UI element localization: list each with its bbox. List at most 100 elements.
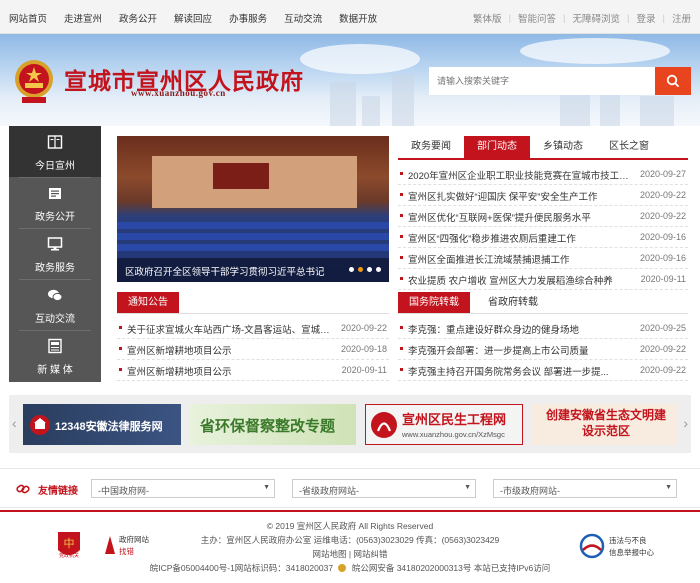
carousel-dot[interactable] (367, 267, 372, 272)
ad-label: 创建安徽省生态文明建设示范区 (545, 408, 666, 438)
list-item[interactable]: 宣州区扎实做好“迎国庆 保平安”安全生产工作 2020-09-22 (398, 185, 688, 206)
tab-mayor[interactable]: 区长之窗 (596, 136, 662, 158)
carousel-caption-text[interactable]: 区政府召开全区领导干部学习贯彻习近平总书记 (125, 264, 325, 278)
chevron-left-icon[interactable]: ‹ (12, 415, 17, 431)
news-date: 2020-09-22 (639, 344, 686, 354)
news-date: 2020-09-16 (639, 253, 686, 263)
header-banner: 宣城市宣州区人民政府 www.xuanzhou.gov.cn (0, 34, 700, 126)
side-item-today[interactable]: 今日宣州 (9, 126, 101, 177)
folder-icon (49, 188, 61, 199)
list-item[interactable]: 农业提质 农户增收 宣州区大力发展稻渔综合种养 2020-09-11 (398, 269, 688, 290)
tab-provincial[interactable]: 省政府转载 (488, 292, 538, 313)
bullet (400, 235, 403, 238)
news-title[interactable]: 宣州区优化“互联网+医保”提升便民服务水平 (408, 210, 632, 224)
news-title[interactable]: 李克强开会部署：进一步提高上市公司质量 (408, 343, 632, 357)
tab-state-council[interactable]: 国务院转载 (398, 292, 470, 313)
carousel-dot[interactable] (376, 267, 381, 272)
notice-list: 关于征求宣城火车站西广场-文昌客运站、宣城火车... 2020-09-22 宣州区… (117, 318, 389, 381)
list-item[interactable]: 李克强主持召开国务院常务会议 部署进一步提... 2020-09-22 (398, 360, 688, 381)
news-title[interactable]: 农业提质 农户增收 宣州区大力发展稻渔综合种养 (408, 273, 632, 287)
bullet (400, 277, 403, 280)
notice-item-title[interactable]: 关于征求宣城火车站西广场-文昌客运站、宣城火车... (127, 322, 337, 336)
nav-interpret[interactable]: 解读回应 (174, 11, 212, 25)
side-item-label: 互动交流 (35, 314, 75, 325)
search-input[interactable] (429, 67, 655, 95)
news-title[interactable]: 宣州区全面推进长江流域禁捕退捕工作 (408, 252, 632, 266)
list-item[interactable]: 宣州区优化“互联网+医保”提升便民服务水平 2020-09-22 (398, 206, 688, 227)
carousel-caption: 区政府召开全区领导干部学习贯彻习近平总书记 (117, 258, 389, 282)
footer-police[interactable]: 皖公网安备 34180202000313号 本站已支持IPv6访问 (352, 563, 550, 573)
notice-item-date: 2020-09-22 (340, 323, 387, 333)
search-icon (666, 74, 680, 88)
list-item[interactable]: 李克强：重点建设好群众身边的健身场地 2020-09-25 (398, 318, 688, 339)
side-menu: 今日宣州 政务公开 政务服务 互动交流 新 媒 体 (9, 126, 101, 382)
carousel-dot-active[interactable] (358, 267, 363, 272)
list-item[interactable]: 2020年宣州区企业职工职业技能竞赛在宣城市技工学... 2020-09-27 (398, 164, 688, 185)
notice-item-title[interactable]: 宣州区新增耕地项目公示 (127, 364, 337, 378)
news-title[interactable]: 李克强主持召开国务院常务会议 部署进一步提... (408, 364, 632, 378)
carousel-dot[interactable] (349, 267, 354, 272)
side-item-gov-info[interactable]: 政务公开 (9, 177, 101, 228)
login-link[interactable]: 登录 (637, 11, 656, 25)
side-item-services[interactable]: 政务服务 (9, 228, 101, 279)
bullet (400, 256, 403, 259)
ad-livelihood[interactable]: 宣州区民生工程网 www.xuanzhou.gov.cn/XzMsgc (365, 404, 523, 445)
side-item-new-media[interactable]: 新 媒 体 (9, 330, 101, 381)
select-value: -省级政府网站- (299, 486, 359, 496)
footer-icp[interactable]: 皖ICP备05004400号-1网站标识码：3418020037 (150, 563, 333, 573)
news-title[interactable]: 李克强：重点建设好群众身边的健身场地 (408, 322, 632, 336)
carousel-seats (117, 222, 389, 229)
badge-text: 违法与不良 (609, 536, 647, 545)
national-emblem-icon (15, 60, 53, 103)
list-item[interactable]: 关于征求宣城火车站西广场-文昌客运站、宣城火车... 2020-09-22 (117, 318, 389, 339)
divider: | (508, 12, 512, 24)
select-city-gov[interactable]: -市级政府网站- ▼ (493, 479, 677, 498)
nav-about[interactable]: 走进宣州 (64, 11, 102, 25)
ad-ecology[interactable]: 创建安徽省生态文明建设示范区 (531, 404, 677, 445)
ad-legal-service[interactable]: 12348安徽法律服务网 (23, 404, 181, 445)
list-item[interactable]: 宣州区全面推进长江流域禁捕退捕工作 2020-09-16 (398, 248, 688, 269)
nav-services[interactable]: 办事服务 (229, 11, 267, 25)
select-provincial-gov[interactable]: -省级政府网站- ▼ (292, 479, 476, 498)
legal-icon (30, 415, 50, 435)
divider: | (627, 12, 630, 24)
banner-building (362, 96, 380, 126)
banner-cloud (300, 44, 420, 74)
notice-title[interactable]: 通知公告 (117, 292, 179, 313)
list-item[interactable]: 宣州区“四强化”稳步推进农厕后重建工作 2020-09-16 (398, 227, 688, 248)
nav-gov-info[interactable]: 政务公开 (119, 11, 157, 25)
report-center-badge[interactable]: 违法与不良 信息举报中心 (579, 532, 663, 560)
nav-home[interactable]: 网站首页 (9, 11, 47, 25)
book-icon (47, 135, 63, 149)
divider: | (662, 12, 665, 24)
smart-qa-link[interactable]: 智能问答 (518, 11, 556, 25)
ad-env-inspection[interactable]: 省环保督察整改专题 (190, 404, 356, 445)
list-item[interactable]: 宣州区新增耕地项目公示 2020-09-18 (117, 339, 389, 360)
register-link[interactable]: 注册 (672, 11, 691, 25)
list-item[interactable]: 李克强开会部署：进一步提高上市公司质量 2020-09-22 (398, 339, 688, 360)
search-box (429, 67, 691, 95)
news-carousel[interactable]: 区政府召开全区领导干部学习贯彻习近平总书记 (117, 136, 389, 282)
bullet (119, 368, 122, 371)
news-title[interactable]: 2020年宣州区企业职工职业技能竞赛在宣城市技工学... (408, 168, 632, 182)
chevron-right-icon[interactable]: › (683, 415, 688, 431)
footer-copyright: © 2019 宣州区人民政府 All Rights Reserved (266, 521, 434, 531)
tab-gov-news[interactable]: 政务要闻 (398, 136, 464, 158)
news-date: 2020-09-11 (640, 274, 686, 284)
news-title[interactable]: 宣州区“四强化”稳步推进农厕后重建工作 (408, 231, 632, 245)
select-central-gov[interactable]: -中国政府网- ▼ (91, 479, 275, 498)
bullet (119, 326, 122, 329)
search-button[interactable] (655, 67, 691, 95)
notice-item-date: 2020-09-11 (341, 365, 387, 375)
nav-interaction[interactable]: 互动交流 (284, 11, 322, 25)
news-title[interactable]: 宣州区扎实做好“迎国庆 保平安”安全生产工作 (408, 189, 632, 203)
accessibility-link[interactable]: 无障碍浏览 (573, 11, 621, 25)
side-item-interaction[interactable]: 互动交流 (9, 279, 101, 330)
tab-dept-news[interactable]: 部门动态 (464, 136, 530, 158)
traditional-link[interactable]: 繁体版 (473, 11, 502, 25)
livelihood-logo-icon (371, 412, 397, 438)
list-item[interactable]: 宣州区新增耕地项目公示 2020-09-11 (117, 360, 389, 381)
nav-data[interactable]: 数据开放 (339, 11, 377, 25)
tab-town-news[interactable]: 乡镇动态 (530, 136, 596, 158)
notice-item-title[interactable]: 宣州区新增耕地项目公示 (127, 343, 337, 357)
